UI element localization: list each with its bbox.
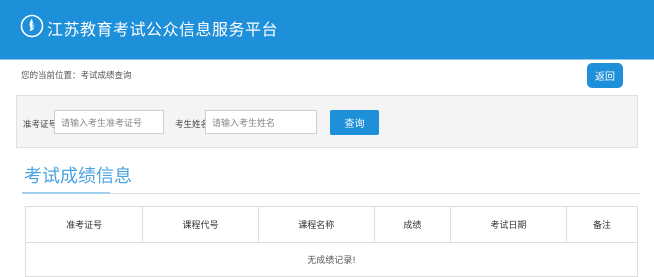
- section-divider: [22, 193, 640, 194]
- breadcrumb: 您的当前位置：考试成绩查询: [21, 71, 132, 81]
- header-bar: 江苏教育考试公众信息服务平台: [0, 0, 654, 59]
- column-header-course-name: 课程名称: [257, 206, 375, 243]
- column-header-exam-date: 考试日期: [449, 206, 568, 243]
- ticket-number-placeholder: 请输入考生准考证号: [61, 118, 143, 129]
- site-title: 江苏教育考试公众信息服务平台: [47, 20, 279, 39]
- student-name-input[interactable]: 请输入考生姓名: [205, 110, 317, 134]
- student-name-placeholder: 请输入考生姓名: [212, 118, 276, 129]
- flame-emblem-icon: [20, 14, 44, 38]
- header-divider: [0, 59, 654, 60]
- student-name-label: 考生姓名: [175, 120, 210, 130]
- column-header-score: 成绩: [373, 206, 451, 243]
- table-row: 无成绩记录!: [25, 242, 638, 277]
- query-button[interactable]: 查询: [330, 110, 379, 135]
- table-header-row: 准考证号 课程代号 课程名称 成绩 考试日期 备注: [24, 206, 638, 243]
- section-divider-accent: [22, 192, 110, 194]
- ticket-number-input[interactable]: 请输入考生准考证号: [54, 110, 164, 134]
- results-table: 准考证号 课程代号 课程名称 成绩 考试日期 备注 无成绩记录!: [24, 206, 638, 277]
- column-header-course-code: 课程代号: [142, 206, 259, 243]
- back-button[interactable]: 返回: [587, 63, 623, 88]
- empty-results-message: 无成绩记录!: [25, 242, 638, 277]
- section-title: 考试成绩信息: [24, 166, 132, 187]
- column-header-ticket-number: 准考证号: [24, 206, 144, 243]
- column-header-remarks: 备注: [566, 206, 638, 243]
- ticket-number-label: 准考证号: [23, 120, 58, 130]
